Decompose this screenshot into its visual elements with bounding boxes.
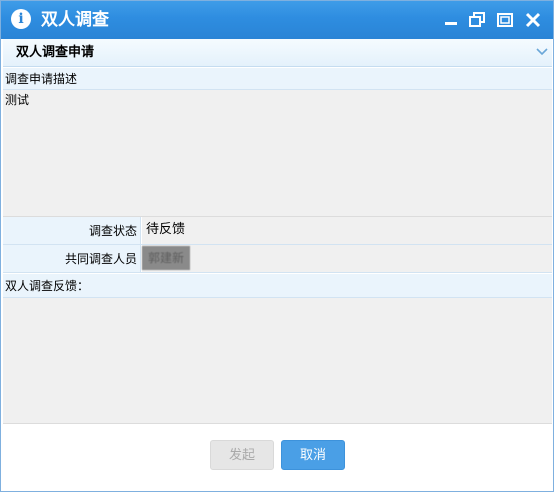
co-investigator-label: 共同调查人员	[3, 245, 141, 272]
chevron-down-icon	[536, 48, 548, 56]
description-label: 调查申请描述	[3, 68, 552, 90]
submit-button[interactable]: 发起	[210, 440, 274, 470]
co-investigator-chip[interactable]: 郭建新	[142, 246, 190, 270]
dialog-footer: 发起 取消	[3, 424, 552, 490]
minimize-button[interactable]	[440, 9, 462, 31]
info-icon: i	[11, 9, 31, 29]
co-investigator-row: 共同调查人员 郭建新	[3, 245, 552, 273]
restore-button[interactable]	[466, 9, 488, 31]
co-investigator-field[interactable]	[142, 245, 552, 272]
panel-header: 双人调查申请	[3, 39, 552, 67]
feedback-textarea[interactable]	[3, 298, 552, 424]
panel-collapse-button[interactable]	[535, 44, 549, 58]
minimize-icon	[445, 22, 457, 25]
investigation-dialog: i 双人调查 双人调查申请 调查申请描述 测试 调查状态 待反馈 共同调查人员 …	[0, 0, 554, 492]
restore-icon	[469, 12, 485, 27]
title-bar[interactable]: i 双人调查	[1, 1, 553, 39]
description-textarea[interactable]: 测试	[3, 90, 552, 217]
window-title: 双人调查	[41, 10, 109, 30]
status-value: 待反馈	[142, 217, 552, 244]
feedback-label: 双人调查反馈：	[3, 274, 552, 298]
close-button[interactable]	[522, 9, 544, 31]
status-row: 调查状态 待反馈	[3, 217, 552, 245]
status-label: 调查状态	[3, 217, 141, 244]
close-icon	[525, 12, 541, 28]
panel-title: 双人调查申请	[16, 45, 95, 60]
maximize-icon	[497, 13, 513, 27]
maximize-button[interactable]	[494, 9, 516, 31]
cancel-button[interactable]: 取消	[281, 440, 345, 470]
